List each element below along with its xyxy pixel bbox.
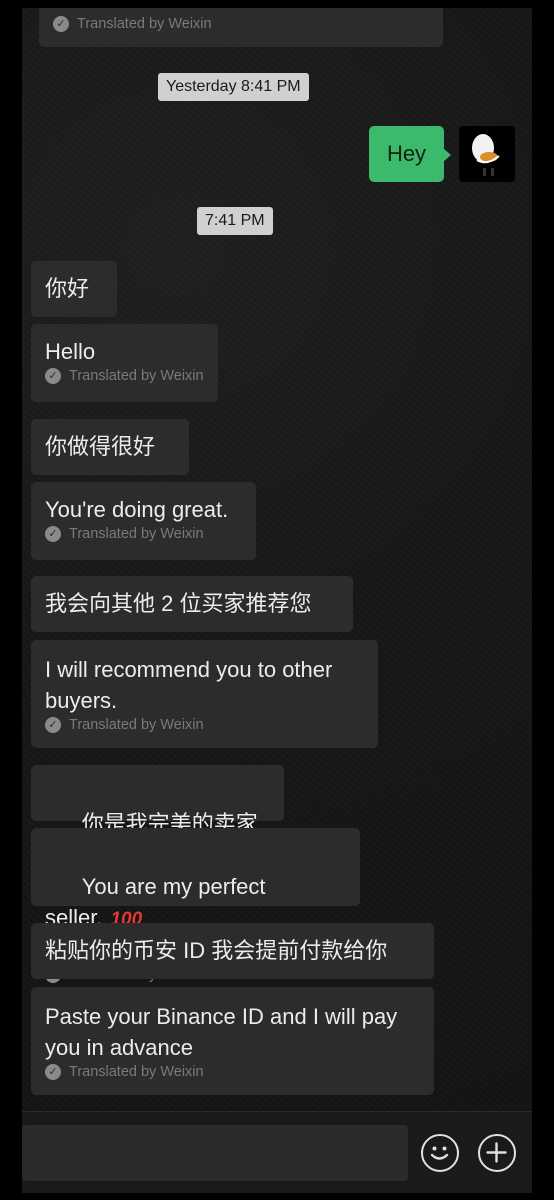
check-circle-icon: ✓ xyxy=(45,526,61,542)
message-bubble-original[interactable]: 粘贴你的币安 ID 我会提前付款给你 xyxy=(31,923,434,979)
avatar[interactable] xyxy=(459,126,515,182)
check-circle-icon: ✓ xyxy=(53,16,69,32)
message-bubble-original[interactable]: 你是我完美的卖家100 xyxy=(31,765,284,867)
message-bubble-original[interactable]: 你做得很好 xyxy=(31,419,189,475)
egg-avatar-icon xyxy=(472,134,500,176)
message-bubble-translation[interactable]: Hello ✓ Translated by Weixin xyxy=(31,324,218,402)
message-bubble-translation[interactable]: You're doing great. ✓ Translated by Weix… xyxy=(31,482,256,560)
smiley-icon xyxy=(430,1146,449,1160)
message-bubble-translation[interactable]: You are my perfect seller.100 ✓ Translat… xyxy=(31,828,360,983)
more-button[interactable] xyxy=(478,1134,516,1172)
translation-note: ✓ Translated by Weixin xyxy=(45,526,242,542)
emoji-button[interactable] xyxy=(421,1134,459,1172)
check-circle-icon: ✓ xyxy=(45,717,61,733)
message-bubble-original[interactable]: 我会向其他 2 位买家推荐您 xyxy=(31,576,353,632)
message-bubble-original[interactable]: 你好 xyxy=(31,261,117,317)
translation-note: ✓ Translated by Weixin xyxy=(45,368,204,384)
sent-message-bubble[interactable]: Hey xyxy=(369,126,451,182)
message-bubble-translation[interactable]: I will recommend you to other buyers. ✓ … xyxy=(31,640,378,748)
translation-note: ✓ Translated by Weixin xyxy=(45,1064,420,1080)
chat-screen: ✓ Translated by Weixin Yesterday 8:41 PM… xyxy=(22,8,532,1193)
message-bubble-translation[interactable]: Paste your Binance ID and I will pay you… xyxy=(31,987,434,1095)
timestamp: 7:41 PM xyxy=(197,207,273,235)
check-circle-icon: ✓ xyxy=(45,368,61,384)
message-bubble-partial[interactable]: ✓ Translated by Weixin xyxy=(39,8,443,47)
check-circle-icon: ✓ xyxy=(45,1064,61,1080)
timestamp: Yesterday 8:41 PM xyxy=(158,73,309,101)
translation-note: ✓ Translated by Weixin xyxy=(53,16,212,32)
message-input[interactable] xyxy=(22,1125,408,1181)
input-bar xyxy=(22,1111,532,1193)
translation-note: ✓ Translated by Weixin xyxy=(45,717,364,733)
plus-icon xyxy=(486,1142,507,1163)
